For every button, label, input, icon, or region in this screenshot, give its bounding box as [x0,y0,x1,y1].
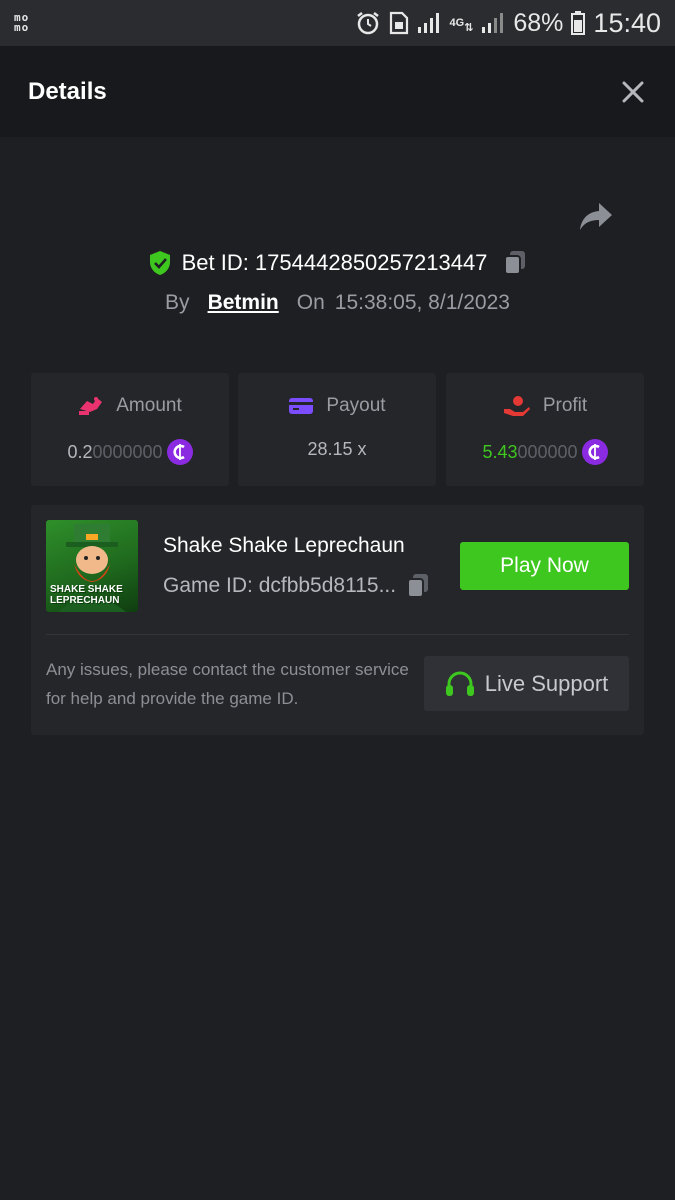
battery-icon [571,11,586,35]
bettor-username-link[interactable]: Betmin [208,291,279,315]
support-message: Any issues, please contact the customer … [46,660,409,708]
payout-value: 28.15 x [307,439,367,459]
close-button[interactable] [619,78,647,106]
coin-icon [166,439,193,465]
close-icon [622,81,644,102]
amount-value: 0.2 [67,441,93,462]
game-card: SHAKE SHAKE LEPRECHAUN Shake Shake Lepre… [31,505,644,735]
amount-value-trailing: 0000000 [92,441,163,462]
status-bar: mo mo 4G ⇅ 68% 15:40 [0,0,675,46]
profit-value: 5.43 [482,441,518,462]
page-title: Details [28,77,107,105]
game-thumbnail-title: SHAKE SHAKE LEPRECHAUN [50,584,123,606]
headset-icon [445,671,474,696]
copy-bet-id-button[interactable] [503,250,527,276]
profit-card: Profit 5.43 000000 [446,373,644,486]
bet-id: Bet ID: 1754442850257213447 [181,250,488,275]
signal-icon [417,12,441,34]
bet-meta-row: By Betmin On 15:38:05, 8/1/2023 [0,286,675,320]
copy-icon [407,574,429,598]
live-support-button[interactable]: Live Support [424,656,629,711]
signal-icon [481,12,505,34]
sim-icon [389,11,409,35]
on-label: On [296,291,325,314]
copy-game-id-button[interactable] [406,573,430,599]
copy-icon [504,251,526,275]
coin-icon [581,439,608,465]
play-now-button[interactable]: Play Now [460,542,629,590]
verified-shield-icon [148,250,172,276]
share-button[interactable] [578,200,614,234]
game-name: Shake Shake Leprechaun [163,534,405,557]
bet-timestamp: 15:38:05, 8/1/2023 [334,291,510,314]
amount-icon [79,397,103,415]
game-thumbnail[interactable]: SHAKE SHAKE LEPRECHAUN [46,520,138,612]
details-header: Details [0,46,675,137]
clock: 15:40 [593,7,661,38]
network-4g-icon: 4G ⇅ [449,17,474,34]
payout-label: Payout [326,395,386,416]
profit-label: Profit [542,395,588,416]
game-id-row: Game ID: dcfbb5d8115... [163,573,430,599]
game-id: Game ID: dcfbb5d8115... [163,574,397,597]
divider [46,634,629,635]
alarm-icon [355,10,381,36]
bet-id-row: Bet ID: 1754442850257213447 [0,246,675,280]
amount-label: Amount [116,395,182,416]
amount-card: Amount 0.2 0000000 [31,373,229,486]
profit-icon [503,396,530,416]
payout-card: Payout 28.15 x [238,373,436,486]
by-label: By [165,291,190,314]
momo-logo-icon: mo mo [14,11,30,34]
profit-value-trailing: 000000 [517,441,578,462]
battery-percent: 68% [513,8,564,37]
live-support-label: Live Support [484,670,609,696]
payout-icon [289,398,314,414]
share-icon [580,203,612,230]
